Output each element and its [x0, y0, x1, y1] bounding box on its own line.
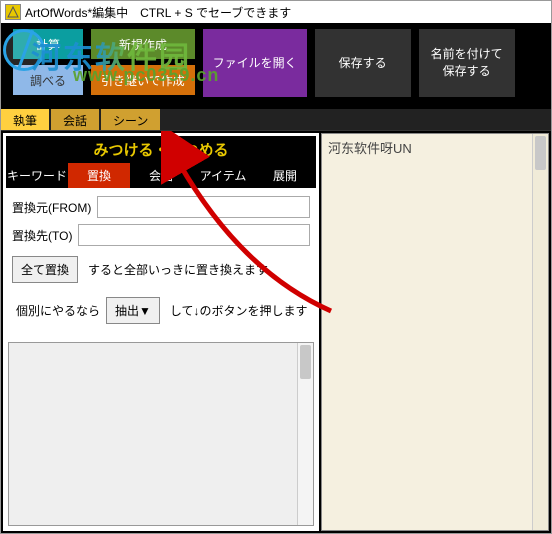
right-panel-text: 河东软件呀UN	[328, 141, 412, 156]
right-scrollbar[interactable]	[532, 134, 548, 530]
subtab-keyword[interactable]: キーワード	[6, 163, 68, 188]
individual-label: 個別にやるなら	[12, 302, 100, 319]
tab-conversation[interactable]: 会話	[51, 109, 99, 130]
tab-writing[interactable]: 執筆	[1, 109, 49, 130]
left-panel: みつける・あつめる キーワード 置換 会話 アイテム 展開 置換元(FROM) …	[3, 133, 319, 531]
title-bar: ArtOfWords*編集中 CTRL + S でセーブできます	[1, 1, 551, 23]
subtab-replace[interactable]: 置換	[68, 163, 130, 188]
main-tabs: 執筆 会話 シーン	[1, 109, 551, 131]
subtab-expand[interactable]: 展開	[254, 163, 316, 188]
tab-scene[interactable]: シーン	[101, 109, 160, 130]
results-scrollbar[interactable]	[297, 343, 313, 525]
to-label: 置換先(TO)	[12, 227, 72, 244]
hint-replace-all: すると全部いっきに置き換えます。	[84, 261, 279, 278]
app-icon	[5, 4, 21, 20]
window-title: ArtOfWords*編集中 CTRL + S でセーブできます	[25, 4, 291, 21]
inherit-button[interactable]: 引き継いで作成	[91, 65, 195, 95]
replace-all-button[interactable]: 全て置換	[12, 256, 78, 283]
save-as-button[interactable]: 名前を付けて保存する	[419, 29, 515, 97]
from-label: 置換元(FROM)	[12, 199, 91, 216]
toolbar: 計算 調べる 新規作成 引き継いで作成 ファイルを開く 保存する 名前を付けて保…	[1, 23, 551, 109]
save-button[interactable]: 保存する	[315, 29, 411, 97]
sub-tabs: キーワード 置換 会話 アイテム 展開	[6, 163, 316, 188]
subtab-conversation[interactable]: 会話	[130, 163, 192, 188]
from-input[interactable]	[97, 196, 310, 218]
hint-extract: して↓のボタンを押します	[166, 302, 308, 319]
extract-button[interactable]: 抽出▼	[106, 297, 160, 324]
panel-title: みつける・あつめる	[6, 136, 316, 163]
investigate-button[interactable]: 調べる	[13, 65, 83, 95]
right-panel[interactable]: 河东软件呀UN	[321, 133, 549, 531]
subtab-item[interactable]: アイテム	[192, 163, 254, 188]
results-box[interactable]	[8, 342, 314, 526]
open-file-button[interactable]: ファイルを開く	[203, 29, 307, 97]
new-button[interactable]: 新規作成	[91, 29, 195, 59]
calc-button[interactable]: 計算	[13, 29, 83, 59]
to-input[interactable]	[78, 224, 310, 246]
